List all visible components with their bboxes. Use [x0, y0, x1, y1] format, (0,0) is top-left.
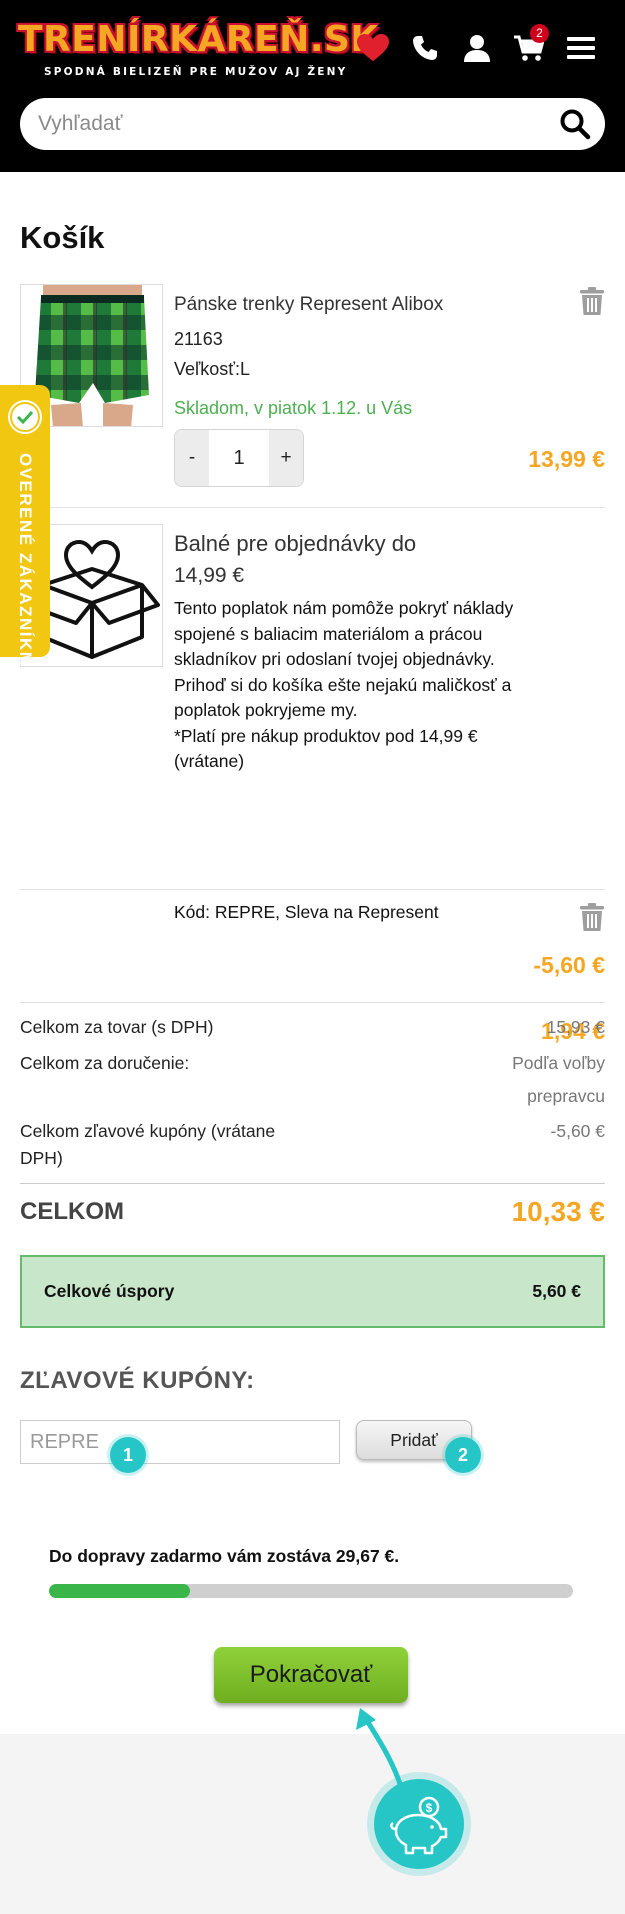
cart-count-badge: 2 — [530, 24, 549, 43]
logo-tagline: SPODNÁ BIELIZEŇ PRE MUŽOV AJ ŽENY — [44, 66, 348, 78]
page-title: Košík — [20, 220, 105, 255]
cart-item: Pánske trenky Represent Alibox 21163 Veľ… — [20, 284, 605, 494]
summary-value: 15,93 € — [546, 1017, 605, 1037]
divider — [20, 507, 605, 508]
verified-customers-tab[interactable]: OVERENÉ ZÁKAZNÍKMI — [0, 385, 50, 674]
total-value: 10,33 € — [511, 1196, 605, 1227]
product-name[interactable]: Pánske trenky Represent Alibox — [174, 294, 443, 316]
step-marker-2: 2 — [445, 1437, 481, 1473]
continue-button[interactable]: Pokračovať — [214, 1647, 408, 1703]
fee-threshold: 14,99 € — [174, 564, 245, 587]
badge-icon — [8, 400, 42, 434]
search-icon[interactable] — [559, 108, 591, 140]
cart-icon[interactable]: 2 — [503, 24, 555, 68]
site-header: TRENÍRKÁREŇ.SK SPODNÁ BIELIZEŇ PRE MUŽOV… — [0, 0, 625, 172]
cart-page: Košík Pánske trenky Represent Alibox 211… — [0, 172, 625, 1734]
product-size: Veľkosť:L — [174, 359, 251, 379]
savings-label: Celkové úspory — [44, 1281, 175, 1301]
divider — [20, 1183, 605, 1184]
summary-value: Podľa voľby prepravcu — [512, 1053, 605, 1106]
logo-text: TRENÍRKÁREŇ.SK — [18, 19, 379, 60]
summary-row: Celkom za tovar (s DPH) 15,93 € — [20, 1014, 605, 1044]
divider — [20, 1002, 605, 1003]
heart-icon[interactable] — [347, 28, 399, 68]
user-icon[interactable] — [451, 28, 503, 68]
coupon-input[interactable] — [20, 1420, 340, 1464]
product-code: 21163 — [174, 329, 223, 349]
savings-value: 5,60 € — [532, 1281, 581, 1301]
piggy-bank-icon[interactable]: $ — [374, 1779, 464, 1869]
divider — [20, 889, 605, 890]
fee-note: *Platí pre nákup produktov pod 14,99 € (… — [174, 725, 478, 772]
trash-icon[interactable] — [579, 903, 605, 931]
fee-description-text: Tento poplatok nám pomôže pokryť náklady… — [174, 598, 514, 720]
qty-value[interactable]: 1 — [209, 430, 269, 486]
qty-minus-button[interactable]: - — [175, 430, 209, 486]
summary-label: Celkom za doručenie: — [20, 1053, 190, 1073]
side-tab-label: OVERENÉ ZÁKAZNÍKMI — [16, 453, 35, 674]
search-input[interactable] — [38, 98, 538, 150]
shipping-progress-bar — [49, 1584, 573, 1598]
item-price: 13,99 € — [528, 446, 605, 472]
coupon-line: Kód: REPRE, Sleva na Represent -5,60 € — [20, 902, 605, 1002]
quantity-stepper: - 1 + — [174, 429, 304, 487]
shipping-progress-fill — [49, 1584, 191, 1598]
summary-row: Celkom za doručenie: Podľa voľby preprav… — [20, 1050, 605, 1122]
free-shipping-text: Do dopravy zadarmo vám zostáva 29,67 €. — [49, 1546, 400, 1566]
coupons-heading: ZĽAVOVÉ KUPÓNY: — [20, 1367, 255, 1394]
item-price: -5,60 € — [533, 952, 605, 978]
search-bar — [20, 98, 605, 150]
savings-box: Celkové úspory 5,60 € — [20, 1255, 605, 1328]
coupon-code-label: Kód: REPRE, Sleva na Represent — [174, 902, 439, 922]
svg-text:$: $ — [426, 1801, 433, 1815]
summary-label: Celkom za tovar (s DPH) — [20, 1017, 214, 1037]
trash-icon[interactable] — [579, 287, 605, 315]
total-label: CELKOM — [20, 1198, 124, 1225]
qty-plus-button[interactable]: + — [269, 430, 303, 486]
fee-description: Tento poplatok nám pomôže pokryť náklady… — [174, 596, 514, 775]
step-marker-1: 1 — [110, 1437, 146, 1473]
summary-row: Celkom zľavové kupóny (vrátane DPH) -5,6… — [20, 1118, 605, 1174]
phone-icon[interactable] — [399, 28, 451, 68]
summary-value: -5,60 € — [550, 1121, 605, 1141]
site-logo[interactable]: TRENÍRKÁREŇ.SK SPODNÁ BIELIZEŇ PRE MUŽOV… — [18, 18, 379, 88]
menu-icon[interactable] — [555, 28, 607, 68]
summary-label: Celkom zľavové kupóny (vrátane DPH) — [20, 1121, 276, 1168]
stock-status: Skladom, v piatok 1.12. u Vás — [174, 398, 413, 418]
fee-title: Balné pre objednávky do — [174, 531, 417, 556]
header-icons: 2 — [347, 24, 607, 68]
